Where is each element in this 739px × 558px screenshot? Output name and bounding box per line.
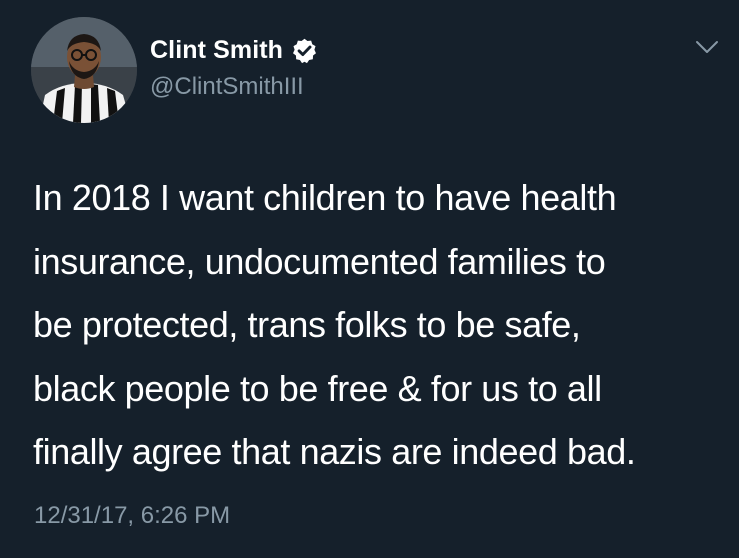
display-name[interactable]: Clint Smith bbox=[150, 36, 283, 65]
tweet-card: Clint Smith @ClintSmithIII In 2018 I wan… bbox=[0, 0, 739, 558]
avatar[interactable] bbox=[31, 17, 137, 123]
user-handle[interactable]: @ClintSmithIII bbox=[150, 73, 304, 101]
tweet-text: In 2018 I want children to have health i… bbox=[33, 166, 723, 484]
tweet-text-line: finally agree that nazis are indeed bad. bbox=[33, 431, 636, 472]
tweet-text-line: In 2018 I want children to have health bbox=[33, 177, 617, 218]
chevron-down-icon[interactable] bbox=[694, 38, 720, 56]
tweet-text-line: be protected, trans folks to be safe, bbox=[33, 304, 581, 345]
tweet-text-line: black people to be free & for us to all bbox=[33, 367, 602, 409]
tweet-timestamp[interactable]: 12/31/17, 6:26 PM bbox=[34, 502, 230, 530]
tweet-text-line: insurance, undocumented families to bbox=[33, 240, 606, 282]
verified-check-icon bbox=[291, 37, 318, 64]
avatar-photo-icon bbox=[31, 17, 137, 123]
name-row: Clint Smith bbox=[150, 33, 318, 67]
